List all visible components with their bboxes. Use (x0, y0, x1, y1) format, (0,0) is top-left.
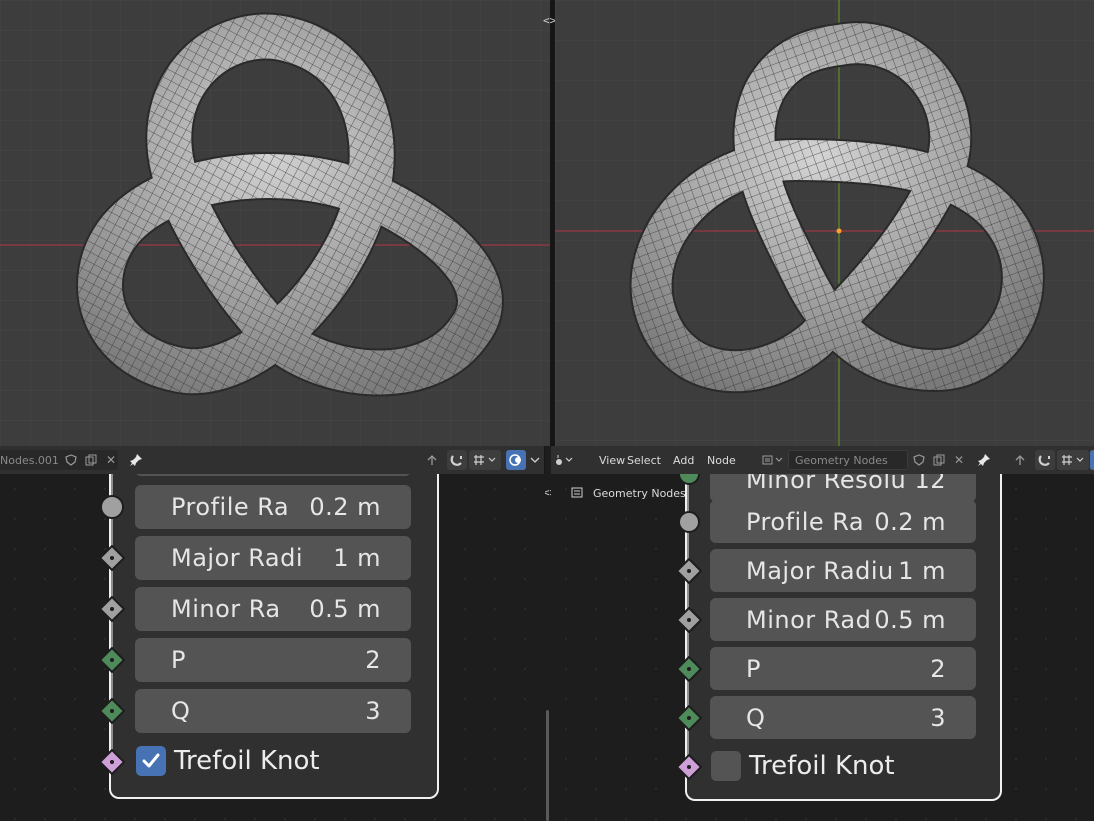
integer-socket-icon[interactable] (677, 474, 701, 486)
field-value: 1 m (333, 544, 381, 572)
field-p[interactable]: P 2 (135, 638, 411, 682)
node-tree-icon (571, 487, 583, 498)
vertical-scrollbar[interactable] (546, 710, 549, 821)
parent-node-tree-icon[interactable] (1010, 450, 1030, 470)
field-value: 1 m (898, 556, 946, 585)
left-node-editor[interactable]: Profile Ra 0.2 m Major Radi 1 m Minor Ra… (0, 474, 545, 821)
field-major-radius[interactable]: Major Radi 1 m (135, 536, 411, 580)
checkbox-checked-icon[interactable] (136, 746, 166, 776)
integer-socket-icon[interactable] (676, 705, 702, 731)
field-label: Profile Ra (746, 507, 865, 536)
close-icon[interactable]: ✕ (949, 450, 969, 470)
checkbox-unchecked-icon[interactable] (711, 751, 741, 781)
node-tree-name: Nodes.001 (0, 453, 59, 467)
duplicate-icon[interactable] (929, 450, 949, 470)
field-value: 3 (365, 697, 381, 725)
field-minor-resolution[interactable]: Minor Resolu 12 (710, 474, 976, 502)
node-tree-selector[interactable]: Geometry Nodes (788, 450, 908, 470)
snap-magnet-icon[interactable] (1035, 450, 1055, 470)
float-socket-icon[interactable] (99, 494, 125, 520)
menu-add[interactable]: Add (666, 450, 701, 470)
field-value: 12 (914, 474, 946, 494)
field-value: 0.2 m (309, 493, 381, 521)
vector-socket-icon[interactable] (676, 558, 702, 584)
vector-socket-icon[interactable] (99, 545, 125, 571)
menu-select[interactable]: Select (620, 450, 668, 470)
vector-socket-icon[interactable] (99, 596, 125, 622)
field-value: 0.5 m (874, 605, 946, 634)
fake-user-shield-icon[interactable] (909, 450, 929, 470)
field-label: Minor Resolu (746, 474, 907, 494)
left-3d-viewport[interactable] (0, 0, 550, 446)
trefoil-knot-toggle[interactable]: Trefoil Knot (136, 746, 320, 776)
field-minor-radius[interactable]: Minor Rad 0.5 m (710, 598, 976, 641)
field-label: P (746, 654, 761, 683)
pin-icon[interactable] (974, 450, 994, 470)
field-label: Q (746, 703, 766, 732)
toggle-label: Trefoil Knot (749, 751, 895, 781)
field-major-radius[interactable]: Major Radiu 1 m (710, 549, 976, 592)
field-minor-radius[interactable]: Minor Ra 0.5 m (135, 587, 411, 631)
pin-icon[interactable] (126, 450, 146, 470)
field-label: Major Radi (171, 544, 304, 572)
overlay-dropdown-chevron-icon[interactable] (525, 450, 545, 470)
field-label: Major Radiu (746, 556, 894, 585)
right-node-editor-header: View Select Add Node Geometry Nodes ✕ (551, 446, 1094, 474)
node-tree-name: Geometry Nodes (795, 453, 888, 467)
integer-socket-icon[interactable] (99, 698, 125, 724)
node-tree-browse-icon[interactable] (759, 450, 789, 470)
left-viewport-scene (0, 0, 550, 446)
duplicate-icon[interactable] (81, 450, 101, 470)
integer-socket-icon[interactable] (676, 656, 702, 682)
overlay-toggle-icon[interactable] (1090, 450, 1094, 470)
field-label: Profile Ra (171, 493, 290, 521)
field-label: Minor Rad (746, 605, 872, 634)
trefoil-knot-toggle[interactable]: Trefoil Knot (711, 751, 895, 781)
menu-node[interactable]: Node (700, 450, 743, 470)
field-profile-radius[interactable]: Profile Ra 0.2 m (710, 500, 976, 543)
toggle-label: Trefoil Knot (174, 746, 320, 776)
previous-field-partial[interactable] (135, 474, 411, 476)
field-label: P (171, 646, 186, 674)
field-label: Minor Ra (171, 595, 281, 623)
boolean-socket-icon[interactable] (99, 749, 125, 775)
field-q[interactable]: Q 3 (135, 689, 411, 733)
float-socket-icon[interactable] (677, 510, 701, 534)
snap-grid-dropdown[interactable] (1057, 450, 1089, 470)
field-value: 2 (365, 646, 381, 674)
blender-window: <> Nodes.001 ✕ View Select Add Node Geom… (0, 0, 1094, 821)
fake-user-shield-icon[interactable] (61, 450, 81, 470)
boolean-socket-icon[interactable] (676, 754, 702, 780)
field-value: 2 (930, 654, 946, 683)
breadcrumb: Geometry Nodes (571, 486, 686, 500)
parent-node-tree-icon[interactable] (422, 450, 442, 470)
field-q[interactable]: Q 3 (710, 696, 976, 739)
overlay-toggle-icon[interactable] (506, 450, 526, 470)
field-label: Q (171, 697, 191, 725)
snap-magnet-icon[interactable] (447, 450, 467, 470)
field-p[interactable]: P 2 (710, 647, 976, 690)
right-viewport-scene (555, 0, 1094, 446)
right-3d-viewport[interactable] (555, 0, 1094, 446)
origin-point (836, 228, 842, 234)
editor-type-dropdown[interactable] (552, 450, 578, 470)
field-value: 0.2 m (874, 507, 946, 536)
field-profile-radius[interactable]: Profile Ra 0.2 m (135, 485, 411, 529)
vector-socket-icon[interactable] (676, 607, 702, 633)
breadcrumb-label: Geometry Nodes (593, 486, 686, 500)
close-icon[interactable]: ✕ (101, 450, 121, 470)
field-value: 3 (930, 703, 946, 732)
left-node-editor-header: Nodes.001 ✕ (0, 446, 545, 474)
integer-socket-icon[interactable] (99, 647, 125, 673)
right-node-editor[interactable]: Geometry Nodes Minor Resolu 12 Profile R… (551, 474, 1094, 821)
snap-grid-dropdown[interactable] (469, 450, 501, 470)
field-value: 0.5 m (309, 595, 381, 623)
